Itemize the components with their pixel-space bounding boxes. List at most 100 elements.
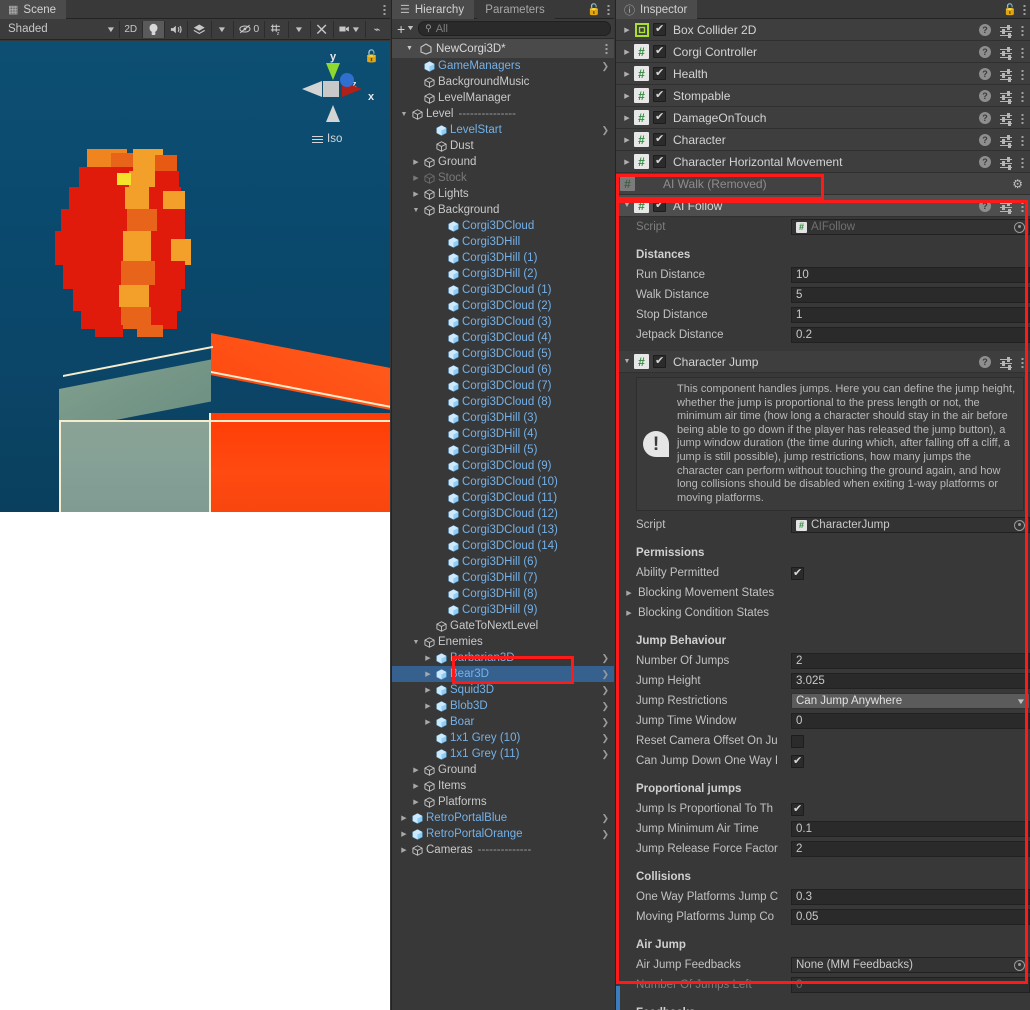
component-menu-kebab-icon[interactable] bbox=[1021, 46, 1024, 58]
property-input[interactable]: 3.025 bbox=[791, 673, 1030, 690]
hierarchy-item-corgi3dcloud-14[interactable]: Corgi3DCloud (14) bbox=[392, 538, 614, 554]
component-enabled-checkbox[interactable] bbox=[653, 66, 666, 80]
hierarchy-item-background[interactable]: ▼ Background bbox=[392, 202, 614, 218]
component-menu-kebab-icon[interactable] bbox=[1021, 68, 1024, 80]
hierarchy-item-corgi3dhill-3[interactable]: Corgi3DHill (3) bbox=[392, 410, 614, 426]
tab-hierarchy[interactable]: ☰ Hierarchy bbox=[392, 0, 475, 19]
expand-toggle[interactable]: ▼ bbox=[410, 639, 422, 646]
hierarchy-item-corgi3dhill-8[interactable]: Corgi3DHill (8) bbox=[392, 586, 614, 602]
component-enabled-checkbox[interactable] bbox=[653, 354, 666, 368]
expand-toggle[interactable]: ▼ bbox=[620, 202, 634, 209]
component-enabled-checkbox[interactable] bbox=[653, 22, 666, 36]
scene-viewport[interactable]: 🔓 y x z Iso bbox=[0, 41, 390, 512]
hierarchy-item-corgi3dcloud-7[interactable]: Corgi3DCloud (7) bbox=[392, 378, 614, 394]
hierarchy-item-corgi3dhill-2[interactable]: Corgi3DHill (2) bbox=[392, 266, 614, 282]
help-icon[interactable]: ? bbox=[979, 200, 991, 212]
hierarchy-item-corgi3dcloud[interactable]: Corgi3DCloud bbox=[392, 218, 614, 234]
hierarchy-item-items[interactable]: ▶ Items bbox=[392, 778, 614, 794]
foldout-row[interactable]: ▶ Blocking Condition States bbox=[616, 603, 1030, 623]
component-menu-kebab-icon[interactable] bbox=[1021, 90, 1024, 102]
expand-toggle[interactable]: ▶ bbox=[422, 718, 434, 726]
expand-toggle[interactable]: ▶ bbox=[620, 114, 634, 122]
help-icon[interactable]: ? bbox=[979, 356, 991, 368]
scene-camera-button[interactable]: ▼ bbox=[334, 20, 367, 38]
component-enabled-checkbox[interactable] bbox=[653, 88, 666, 102]
hierarchy-item-gatetonextlevel[interactable]: GateToNextLevel bbox=[392, 618, 614, 634]
expand-toggle[interactable]: ▶ bbox=[398, 830, 410, 838]
expand-toggle[interactable]: ▶ bbox=[620, 48, 634, 56]
property-input[interactable]: 10 bbox=[791, 267, 1030, 283]
tab-parameters[interactable]: Parameters bbox=[477, 0, 555, 20]
component-header-stompable[interactable]: ▶# Stompable? bbox=[616, 85, 1030, 107]
expand-toggle[interactable]: ▶ bbox=[620, 26, 634, 34]
component-menu-kebab-icon[interactable] bbox=[1021, 134, 1024, 146]
hierarchy-item-corgi3dcloud-11[interactable]: Corgi3DCloud (11) bbox=[392, 490, 614, 506]
prefab-open-arrow-icon[interactable]: ❯ bbox=[601, 717, 609, 728]
preset-icon[interactable] bbox=[1000, 356, 1012, 370]
tab-scene[interactable]: ▦ Scene bbox=[0, 0, 67, 19]
hierarchy-item-bear3d[interactable]: ▶ Bear3D ❯ bbox=[392, 666, 614, 682]
expand-toggle[interactable]: ▶ bbox=[620, 70, 634, 78]
hierarchy-item-corgi3dhill-9[interactable]: Corgi3DHill (9) bbox=[392, 602, 614, 618]
grid-dropdown-button[interactable]: ▼ bbox=[289, 20, 311, 38]
gizmos-button[interactable]: ⌁ bbox=[366, 21, 388, 38]
component-header-ai-follow[interactable]: ▼# AI Follow? bbox=[616, 195, 1030, 217]
property-input[interactable]: 0.2 bbox=[791, 327, 1030, 343]
prefab-open-arrow-icon[interactable]: ❯ bbox=[601, 749, 609, 760]
script-object-field[interactable]: # CharacterJump bbox=[791, 517, 1030, 534]
object-picker-icon[interactable] bbox=[1014, 221, 1025, 233]
effects-toggle-button[interactable] bbox=[188, 20, 212, 38]
property-input[interactable]: 0 bbox=[791, 713, 1030, 730]
property-checkbox[interactable] bbox=[791, 734, 804, 748]
help-icon[interactable]: ? bbox=[979, 156, 991, 168]
component-header-ai-walk-removed[interactable]: # AI Walk (Removed) ⚙ bbox=[616, 173, 1030, 195]
preset-icon[interactable] bbox=[1000, 200, 1012, 214]
property-checkbox[interactable] bbox=[791, 802, 804, 816]
script-object-field[interactable]: # AIFollow bbox=[791, 219, 1030, 235]
prefab-open-arrow-icon[interactable]: ❯ bbox=[601, 685, 609, 696]
property-input[interactable]: 2 bbox=[791, 653, 1030, 670]
component-header-damageontouch[interactable]: ▶# DamageOnTouch? bbox=[616, 107, 1030, 129]
property-checkbox[interactable] bbox=[791, 566, 804, 580]
hierarchy-item-corgi3dcloud-1[interactable]: Corgi3DCloud (1) bbox=[392, 282, 614, 298]
hierarchy-item-corgi3dcloud-8[interactable]: Corgi3DCloud (8) bbox=[392, 394, 614, 410]
hierarchy-scene-root-row[interactable]: ▼ NewCorgi3D* bbox=[392, 39, 614, 58]
expand-toggle[interactable]: ▶ bbox=[398, 814, 410, 822]
hierarchy-item-1x1-grey-11[interactable]: 1x1 Grey (11) ❯ bbox=[392, 746, 614, 762]
component-enabled-checkbox[interactable] bbox=[653, 44, 666, 58]
hierarchy-item-boar[interactable]: ▶ Boar ❯ bbox=[392, 714, 614, 730]
prefab-open-arrow-icon[interactable]: ❯ bbox=[601, 829, 609, 840]
chevron-down-icon[interactable]: ▼ bbox=[406, 45, 416, 52]
preset-icon[interactable] bbox=[1000, 134, 1012, 148]
expand-toggle[interactable]: ▶ bbox=[624, 609, 634, 617]
hierarchy-item-blob3d[interactable]: ▶ Blob3D ❯ bbox=[392, 698, 614, 714]
hierarchy-item-corgi3dcloud-5[interactable]: Corgi3DCloud (5) bbox=[392, 346, 614, 362]
hierarchy-item-corgi3dhill-1[interactable]: Corgi3DHill (1) bbox=[392, 250, 614, 266]
hierarchy-lock-icon[interactable]: 🔓 bbox=[587, 3, 601, 16]
expand-toggle[interactable]: ▶ bbox=[422, 702, 434, 710]
hierarchy-item-dust[interactable]: Dust bbox=[392, 138, 614, 154]
help-icon[interactable]: ? bbox=[979, 68, 991, 80]
hierarchy-item-corgi3dhill-4[interactable]: Corgi3DHill (4) bbox=[392, 426, 614, 442]
hierarchy-item-ground[interactable]: ▶ Ground bbox=[392, 762, 614, 778]
audio-toggle-button[interactable] bbox=[165, 20, 189, 38]
property-input[interactable]: 1 bbox=[791, 307, 1030, 323]
hierarchy-item-corgi3dcloud-6[interactable]: Corgi3DCloud (6) bbox=[392, 362, 614, 378]
hierarchy-item-cameras[interactable]: ▶ Cameras -------------- bbox=[392, 842, 614, 858]
prefab-open-arrow-icon[interactable]: ❯ bbox=[601, 61, 609, 72]
prefab-open-arrow-icon[interactable]: ❯ bbox=[601, 669, 609, 680]
hierarchy-item-platforms[interactable]: ▶ Platforms bbox=[392, 794, 614, 810]
scene-row-kebab-icon[interactable] bbox=[605, 43, 608, 54]
hierarchy-item-corgi3dhill-5[interactable]: Corgi3DHill (5) bbox=[392, 442, 614, 458]
property-input[interactable]: 0.1 bbox=[791, 821, 1030, 838]
component-menu-kebab-icon[interactable] bbox=[1021, 112, 1024, 124]
hierarchy-item-retroportalorange[interactable]: ▶ RetroPortalOrange ❯ bbox=[392, 826, 614, 842]
shading-mode-dropdown[interactable]: Shaded ▼ bbox=[2, 20, 120, 38]
help-icon[interactable]: ? bbox=[979, 134, 991, 146]
scene-menu-kebab-icon[interactable] bbox=[383, 4, 386, 15]
component-header-box-collider-2d[interactable]: ▶ Box Collider 2D? bbox=[616, 19, 1030, 41]
property-input[interactable]: 0 bbox=[791, 977, 1030, 994]
preset-icon[interactable] bbox=[1000, 46, 1012, 60]
component-menu-kebab-icon[interactable] bbox=[1021, 356, 1024, 368]
hierarchy-item-corgi3dcloud-9[interactable]: Corgi3DCloud (9) bbox=[392, 458, 614, 474]
